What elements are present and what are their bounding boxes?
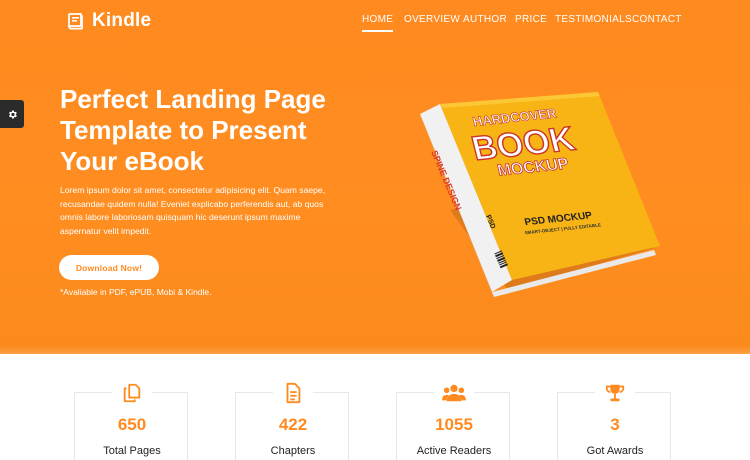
nav-testimonials[interactable]: TESTIMONIALS	[555, 14, 632, 25]
stat-card: 3 Got Awards	[557, 379, 671, 460]
stat-label: Chapters	[270, 445, 316, 457]
book-mockup-image: SPINE DESIGN PSD HARDCOVER BOOK MOCKUP P…	[420, 92, 660, 297]
hero-description-line: omnis labore laboriosam quisquam hic des…	[60, 212, 301, 222]
main-nav: HOME OVERVIEW AUTHOR PRICE TESTIMONIALS …	[0, 14, 750, 34]
document-icon	[286, 382, 301, 404]
hero-description-line: aspernatur velit impedit.	[60, 225, 152, 236]
hero-description-line: recusandae quidem nulla! Eveniet explica…	[60, 198, 324, 209]
hero-title: Perfect Landing Page Template to Present…	[60, 84, 360, 177]
stat-icon-wrap	[434, 379, 474, 407]
nav-contact[interactable]: CONTACT	[632, 14, 682, 25]
users-icon	[442, 384, 466, 402]
stats-section: 650 Total Pages 422 Chapters 1055 Active…	[0, 354, 750, 460]
availability-note: *Avaliable in PDF, ePUB, Mobi & Kindle.	[60, 287, 212, 297]
stat-icon-wrap	[273, 379, 313, 407]
gear-icon	[8, 109, 17, 119]
download-now-button[interactable]: Download Now!	[59, 255, 159, 280]
nav-author[interactable]: AUTHOR	[463, 14, 507, 25]
settings-toggle-button[interactable]	[0, 100, 24, 128]
nav-price[interactable]: PRICE	[515, 14, 547, 25]
hero-title-line: Your eBook	[60, 146, 204, 176]
nav-overview[interactable]: OVERVIEW	[404, 14, 460, 25]
stat-icon-wrap	[595, 379, 635, 407]
copy-pages-icon	[123, 383, 141, 403]
stat-card: 1055 Active Readers	[396, 379, 510, 460]
hero-section: Kindle HOME OVERVIEW AUTHOR PRICE TESTIM…	[0, 0, 750, 354]
stat-label: Got Awards	[586, 445, 644, 457]
hero-bottom-fade	[0, 346, 750, 354]
stat-value: 1055	[435, 415, 473, 434]
stat-value: 422	[278, 415, 308, 434]
hero-description: Lorem ipsum dolor sit amet, consectetur …	[60, 184, 360, 238]
trophy-icon	[605, 384, 625, 402]
stat-value: 650	[117, 415, 147, 434]
hero-title-line: Perfect Landing Page	[60, 84, 326, 114]
hero-title-line: Template to Present	[60, 115, 307, 145]
stat-value: 3	[610, 415, 620, 434]
stat-card: 650 Total Pages	[74, 379, 188, 460]
nav-home[interactable]: HOME	[362, 14, 394, 32]
stat-card: 422 Chapters	[235, 379, 349, 460]
stat-label: Active Readers	[416, 445, 492, 457]
hero-description-line: Lorem ipsum dolor sit amet, consectetur …	[60, 185, 326, 195]
stat-icon-wrap	[112, 379, 152, 407]
stat-label: Total Pages	[103, 445, 161, 457]
